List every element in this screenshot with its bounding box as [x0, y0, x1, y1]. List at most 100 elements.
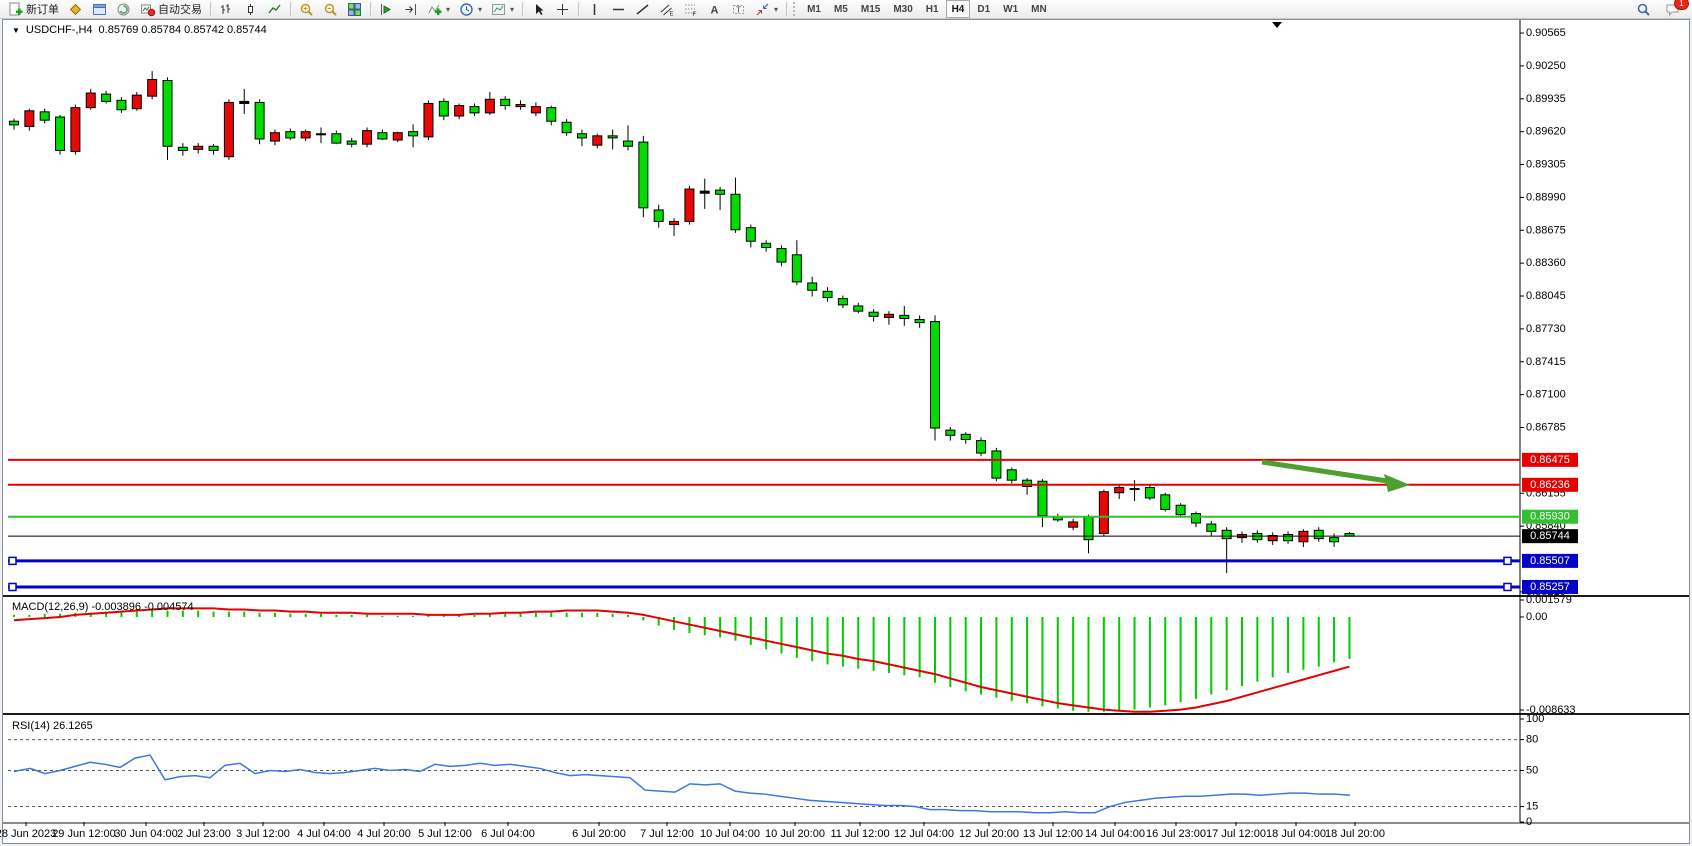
blue-hline-2-handle[interactable]	[9, 583, 16, 590]
blue-hline-1-handle[interactable]	[9, 557, 16, 564]
toolbar-separator	[578, 2, 579, 16]
time-tick-label: 14 Jul 04:00	[1085, 828, 1145, 840]
timeframe-button-d1[interactable]: D1	[971, 0, 996, 18]
blue-hline-1-price-badge-label: 0.85507	[1530, 555, 1570, 567]
timeframe-button-h1[interactable]: H1	[920, 0, 945, 18]
chevron-down-icon[interactable]: ▾	[446, 5, 450, 14]
data-window-button[interactable]	[88, 0, 111, 19]
timeframe-button-m15[interactable]: M15	[855, 0, 886, 18]
price-tick-label: 0.87100	[1526, 389, 1566, 401]
candle-body	[86, 93, 95, 108]
time-tick-label: 5 Jul 12:00	[418, 828, 472, 840]
current-price-line-price-badge-label: 0.85744	[1530, 530, 1570, 542]
chart-symbol-period: USDCHF-,H4	[26, 24, 93, 36]
candlestick-button[interactable]	[239, 0, 262, 19]
candle-body	[654, 210, 663, 221]
toolbar-separator	[370, 2, 371, 16]
rsi-tick-label: 15	[1526, 801, 1538, 813]
chart-shift-button[interactable]	[399, 0, 422, 19]
timeframe-button-m30[interactable]: M30	[887, 0, 918, 18]
time-tick-label: 2 Jul 23:00	[177, 828, 231, 840]
candle-body	[301, 132, 310, 138]
line-chart-button[interactable]	[263, 0, 286, 19]
channel-button[interactable]: E	[655, 0, 678, 19]
periods-button[interactable]: ▾	[455, 0, 486, 19]
timeframe-button-h4[interactable]: H4	[946, 0, 971, 18]
indicators-button[interactable]: ▾	[423, 0, 454, 19]
blue-hline-1-handle[interactable]	[1504, 557, 1511, 564]
trendline-button[interactable]	[631, 0, 654, 19]
resistance-line-1-price-badge-label: 0.86475	[1530, 454, 1570, 466]
market-watch-button[interactable]	[64, 0, 87, 19]
candle-body	[516, 105, 525, 107]
auto-scroll-button[interactable]	[375, 0, 398, 19]
chevron-down-icon[interactable]: ▾	[774, 5, 778, 14]
navigator-button[interactable]	[112, 0, 135, 19]
tile-windows-button[interactable]	[343, 0, 366, 19]
rsi-tick-label: 0	[1526, 816, 1532, 828]
chart-window-frame	[3, 20, 1690, 844]
candle-body	[1314, 530, 1323, 538]
toolbar-grip	[793, 2, 798, 16]
candle-body	[485, 99, 494, 113]
vline-icon	[587, 2, 602, 17]
blue-hline-2-handle[interactable]	[1504, 583, 1511, 590]
templates-button[interactable]: ▾	[487, 0, 518, 19]
data-window-icon	[92, 2, 107, 17]
bar-chart-button[interactable]	[215, 0, 238, 19]
time-tick-label: 4 Jul 20:00	[357, 828, 411, 840]
time-tick-label: 12 Jul 20:00	[959, 828, 1019, 840]
macd-tick-label: 0.00	[1526, 611, 1547, 623]
auto-trading-button[interactable]: 自动交易	[136, 0, 206, 19]
timeframe-button-m1[interactable]: M1	[801, 0, 827, 18]
chart-stage: 0.905650.902500.899350.896200.893050.889…	[0, 0, 1692, 846]
candle-body	[132, 95, 141, 109]
zoom-out-icon	[323, 2, 338, 17]
horizontal-line-button[interactable]	[607, 0, 630, 19]
fibonacci-button[interactable]: F	[679, 0, 702, 19]
zoom-in-icon	[299, 2, 314, 17]
candle-body	[332, 134, 341, 143]
timeframe-button-mn[interactable]: MN	[1025, 0, 1053, 18]
notifications-button[interactable]: 1	[1661, 0, 1684, 19]
candle-body	[10, 121, 19, 125]
auto-scroll-icon	[379, 2, 394, 17]
toolbar-separator	[786, 2, 787, 16]
toolbar-separator	[522, 2, 523, 16]
candle-body	[424, 103, 433, 136]
price-tick-label: 0.87415	[1526, 356, 1566, 368]
resistance-line-2-price-badge-label: 0.86236	[1530, 479, 1570, 491]
text-button[interactable]: A	[703, 0, 726, 19]
candle-body	[931, 322, 940, 428]
chevron-down-icon[interactable]: ▾	[510, 5, 514, 14]
label-button[interactable]: T	[727, 0, 750, 19]
candle-body	[1115, 488, 1124, 493]
timeframe-button-w1[interactable]: W1	[997, 0, 1024, 18]
candle-body	[716, 190, 725, 194]
candle-body	[670, 221, 679, 224]
chart-canvas: 0.905650.902500.899350.896200.893050.889…	[0, 0, 1692, 846]
vertical-line-button[interactable]	[583, 0, 606, 19]
new-order-button[interactable]: 新订单	[4, 0, 63, 19]
zoom-out-button[interactable]	[319, 0, 342, 19]
arrows-button[interactable]: ▾	[751, 0, 782, 19]
time-tick-label: 13 Jul 12:00	[1023, 828, 1083, 840]
collapse-chart-icon[interactable]: ▼	[12, 26, 20, 35]
cursor-button[interactable]	[527, 0, 550, 19]
crosshair-button[interactable]	[551, 0, 574, 19]
fibonacci-icon: F	[683, 2, 698, 17]
candle-body	[270, 133, 279, 141]
svg-text:E: E	[670, 11, 674, 17]
candle-body	[854, 306, 863, 311]
zoom-in-button[interactable]	[295, 0, 318, 19]
time-tick-label: 3 Jul 12:00	[236, 828, 290, 840]
time-tick-label: 10 Jul 04:00	[700, 828, 760, 840]
search-button[interactable]	[1632, 0, 1655, 19]
candle-body	[731, 194, 740, 229]
time-tick-label: 18 Jul 04:00	[1266, 828, 1326, 840]
timeframe-button-m5[interactable]: M5	[828, 0, 854, 18]
candle-body	[317, 134, 326, 135]
chevron-down-icon[interactable]: ▾	[478, 5, 482, 14]
candle-body	[884, 314, 893, 317]
market-watch-icon	[68, 2, 83, 17]
